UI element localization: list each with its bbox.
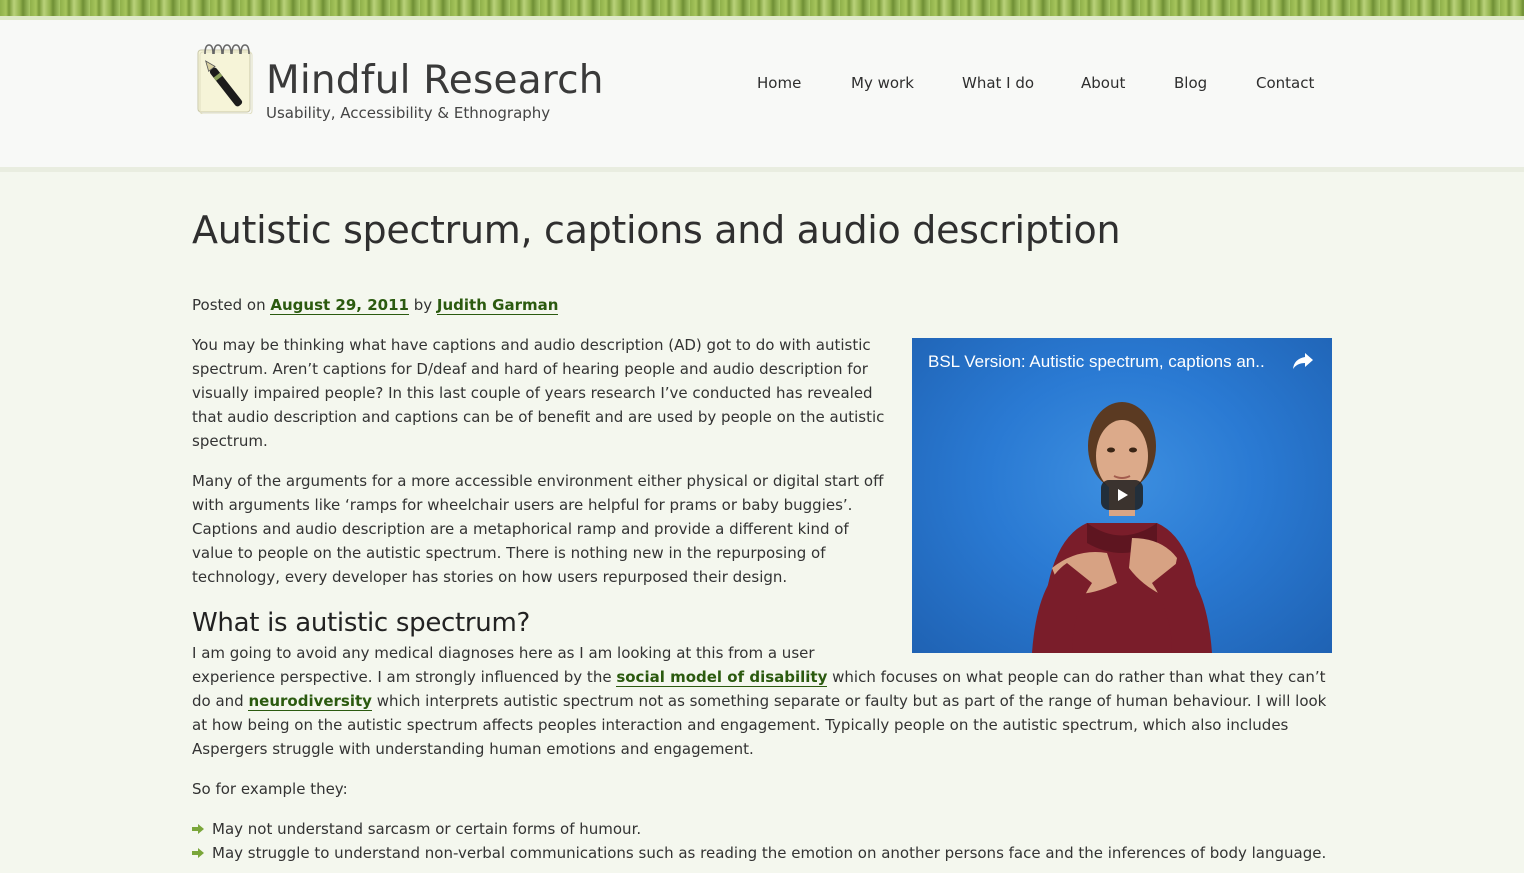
list-item: May not understand sarcasm or certain fo… bbox=[192, 817, 1332, 841]
video-embed[interactable]: BSL Version: Autistic spectrum, captions… bbox=[912, 338, 1332, 653]
examples-list: May not understand sarcasm or certain fo… bbox=[192, 817, 1332, 865]
posted-on-label: Posted on bbox=[192, 296, 266, 314]
nav-item-home[interactable]: Home bbox=[757, 74, 801, 92]
example-intro: So for example they: bbox=[192, 780, 348, 798]
nav-item-blog[interactable]: Blog bbox=[1174, 74, 1207, 92]
play-button[interactable] bbox=[1101, 480, 1143, 510]
list-item: May struggle to understand non-verbal co… bbox=[192, 841, 1332, 865]
nav-item-contact[interactable]: Contact bbox=[1256, 74, 1314, 92]
arrow-bullet-icon bbox=[192, 824, 204, 834]
nav-item-about[interactable]: About bbox=[1081, 74, 1125, 92]
social-model-link[interactable]: social model of disability bbox=[616, 668, 828, 687]
list-item-text: May not understand sarcasm or certain fo… bbox=[212, 820, 642, 838]
author-link[interactable]: Judith Garman bbox=[436, 296, 559, 315]
list-item-text: May struggle to understand non-verbal co… bbox=[212, 844, 1327, 862]
post-content: BSL Version: Autistic spectrum, captions… bbox=[192, 333, 1332, 865]
arrow-bullet-icon bbox=[192, 848, 204, 858]
by-label: by bbox=[413, 296, 433, 314]
nav-item-my-work[interactable]: My work bbox=[851, 74, 914, 92]
post-date-link[interactable]: August 29, 2011 bbox=[270, 296, 409, 315]
signer-figure-image bbox=[1032, 402, 1212, 653]
video-title[interactable]: BSL Version: Autistic spectrum, captions… bbox=[928, 350, 1265, 374]
neurodiversity-link[interactable]: neurodiversity bbox=[248, 692, 372, 711]
definition-paragraph: I am going to avoid any medical diagnose… bbox=[192, 641, 1332, 761]
site-tagline: Usability, Accessibility & Ethnography bbox=[266, 104, 551, 122]
nav-item-what-i-do[interactable]: What I do bbox=[962, 74, 1034, 92]
share-arrow-icon[interactable] bbox=[1292, 352, 1314, 370]
post-title: Autistic spectrum, captions and audio de… bbox=[192, 208, 1121, 252]
top-decorative-stripe bbox=[0, 0, 1524, 20]
post-meta: Posted on August 29, 2011 by Judith Garm… bbox=[192, 296, 559, 315]
site-header: Mindful Research Usability, Accessibilit… bbox=[0, 20, 1524, 172]
main-nav: Home My work What I do About Blog Contac… bbox=[0, 74, 1524, 94]
